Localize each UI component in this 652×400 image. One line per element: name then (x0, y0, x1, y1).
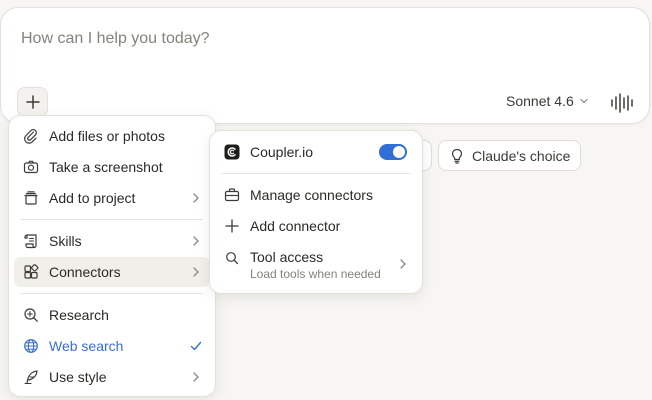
menu-item-add-to-project[interactable]: Add to project (14, 183, 210, 213)
manage-connectors-label: Manage connectors (250, 187, 373, 203)
claudes-choice-label: Claude's choice (472, 147, 571, 164)
menu-item-add-files[interactable]: Add files or photos (14, 121, 210, 151)
manage-connectors-item[interactable]: Manage connectors (215, 180, 417, 210)
coupler-logo-icon (224, 144, 240, 160)
menu-item-label: Use style (49, 369, 107, 385)
menu-item-skills[interactable]: Skills (14, 226, 210, 256)
camera-icon (23, 159, 39, 175)
tool-access-description: Load tools when needed (250, 267, 381, 281)
tool-access-label: Tool access (250, 249, 324, 265)
menu-item-use-style[interactable]: Use style (14, 362, 210, 392)
lightbulb-icon (449, 148, 465, 164)
menu-item-web-search[interactable]: Web search (14, 331, 210, 361)
chevron-down-icon (579, 96, 589, 106)
menu-item-label: Connectors (49, 264, 121, 280)
skills-scroll-icon (23, 233, 39, 249)
claudes-choice-chip[interactable]: Claude's choice (438, 140, 581, 171)
prompt-input[interactable]: How can I help you today? (21, 30, 210, 48)
project-box-icon (23, 190, 39, 206)
connector-label: Coupler.io (250, 144, 314, 160)
menu-divider (21, 293, 203, 294)
model-label: Sonnet 4.6 (506, 93, 574, 109)
research-magnifier-icon (23, 307, 39, 323)
connectors-submenu: Coupler.io Manage connectors Add connect… (209, 130, 423, 294)
tool-access-item[interactable]: Tool access Load tools when needed (215, 242, 417, 286)
search-icon (224, 250, 240, 266)
plus-icon (224, 218, 240, 234)
menu-item-label: Take a screenshot (49, 159, 163, 175)
globe-icon (23, 338, 39, 354)
menu-item-connectors[interactable]: Connectors (14, 257, 210, 287)
model-selector[interactable]: Sonnet 4.6 (506, 93, 589, 109)
chevron-right-icon (190, 235, 202, 247)
add-attachment-button[interactable] (17, 87, 48, 117)
menu-item-label: Add files or photos (49, 128, 165, 144)
paperclip-icon (23, 128, 39, 144)
menu-item-take-screenshot[interactable]: Take a screenshot (14, 152, 210, 182)
connectors-grid-icon (23, 264, 39, 280)
add-connector-item[interactable]: Add connector (215, 211, 417, 241)
menu-item-label: Skills (49, 233, 82, 249)
feather-pen-icon (23, 369, 39, 385)
coupler-toggle[interactable] (379, 144, 407, 160)
voice-mode-button[interactable] (609, 92, 635, 114)
chevron-right-icon (190, 371, 202, 383)
chevron-right-icon (190, 266, 202, 278)
menu-divider (21, 219, 203, 220)
toolbox-icon (224, 187, 240, 203)
chevron-right-icon (397, 258, 409, 270)
menu-item-label: Web search (49, 338, 124, 354)
menu-item-label: Add to project (49, 190, 136, 206)
menu-item-label: Research (49, 307, 109, 323)
add-connector-label: Add connector (250, 218, 341, 234)
attachment-menu: Add files or photos Take a screenshot Ad… (8, 115, 216, 397)
chevron-right-icon (190, 192, 202, 204)
check-icon (189, 339, 203, 353)
connector-coupler-io[interactable]: Coupler.io (215, 137, 417, 167)
menu-item-research[interactable]: Research (14, 300, 210, 330)
submenu-divider (222, 173, 410, 174)
waveform-icon (609, 92, 635, 114)
chat-input-box[interactable]: How can I help you today? Sonnet 4.6 (0, 7, 650, 124)
plus-icon (25, 94, 41, 110)
